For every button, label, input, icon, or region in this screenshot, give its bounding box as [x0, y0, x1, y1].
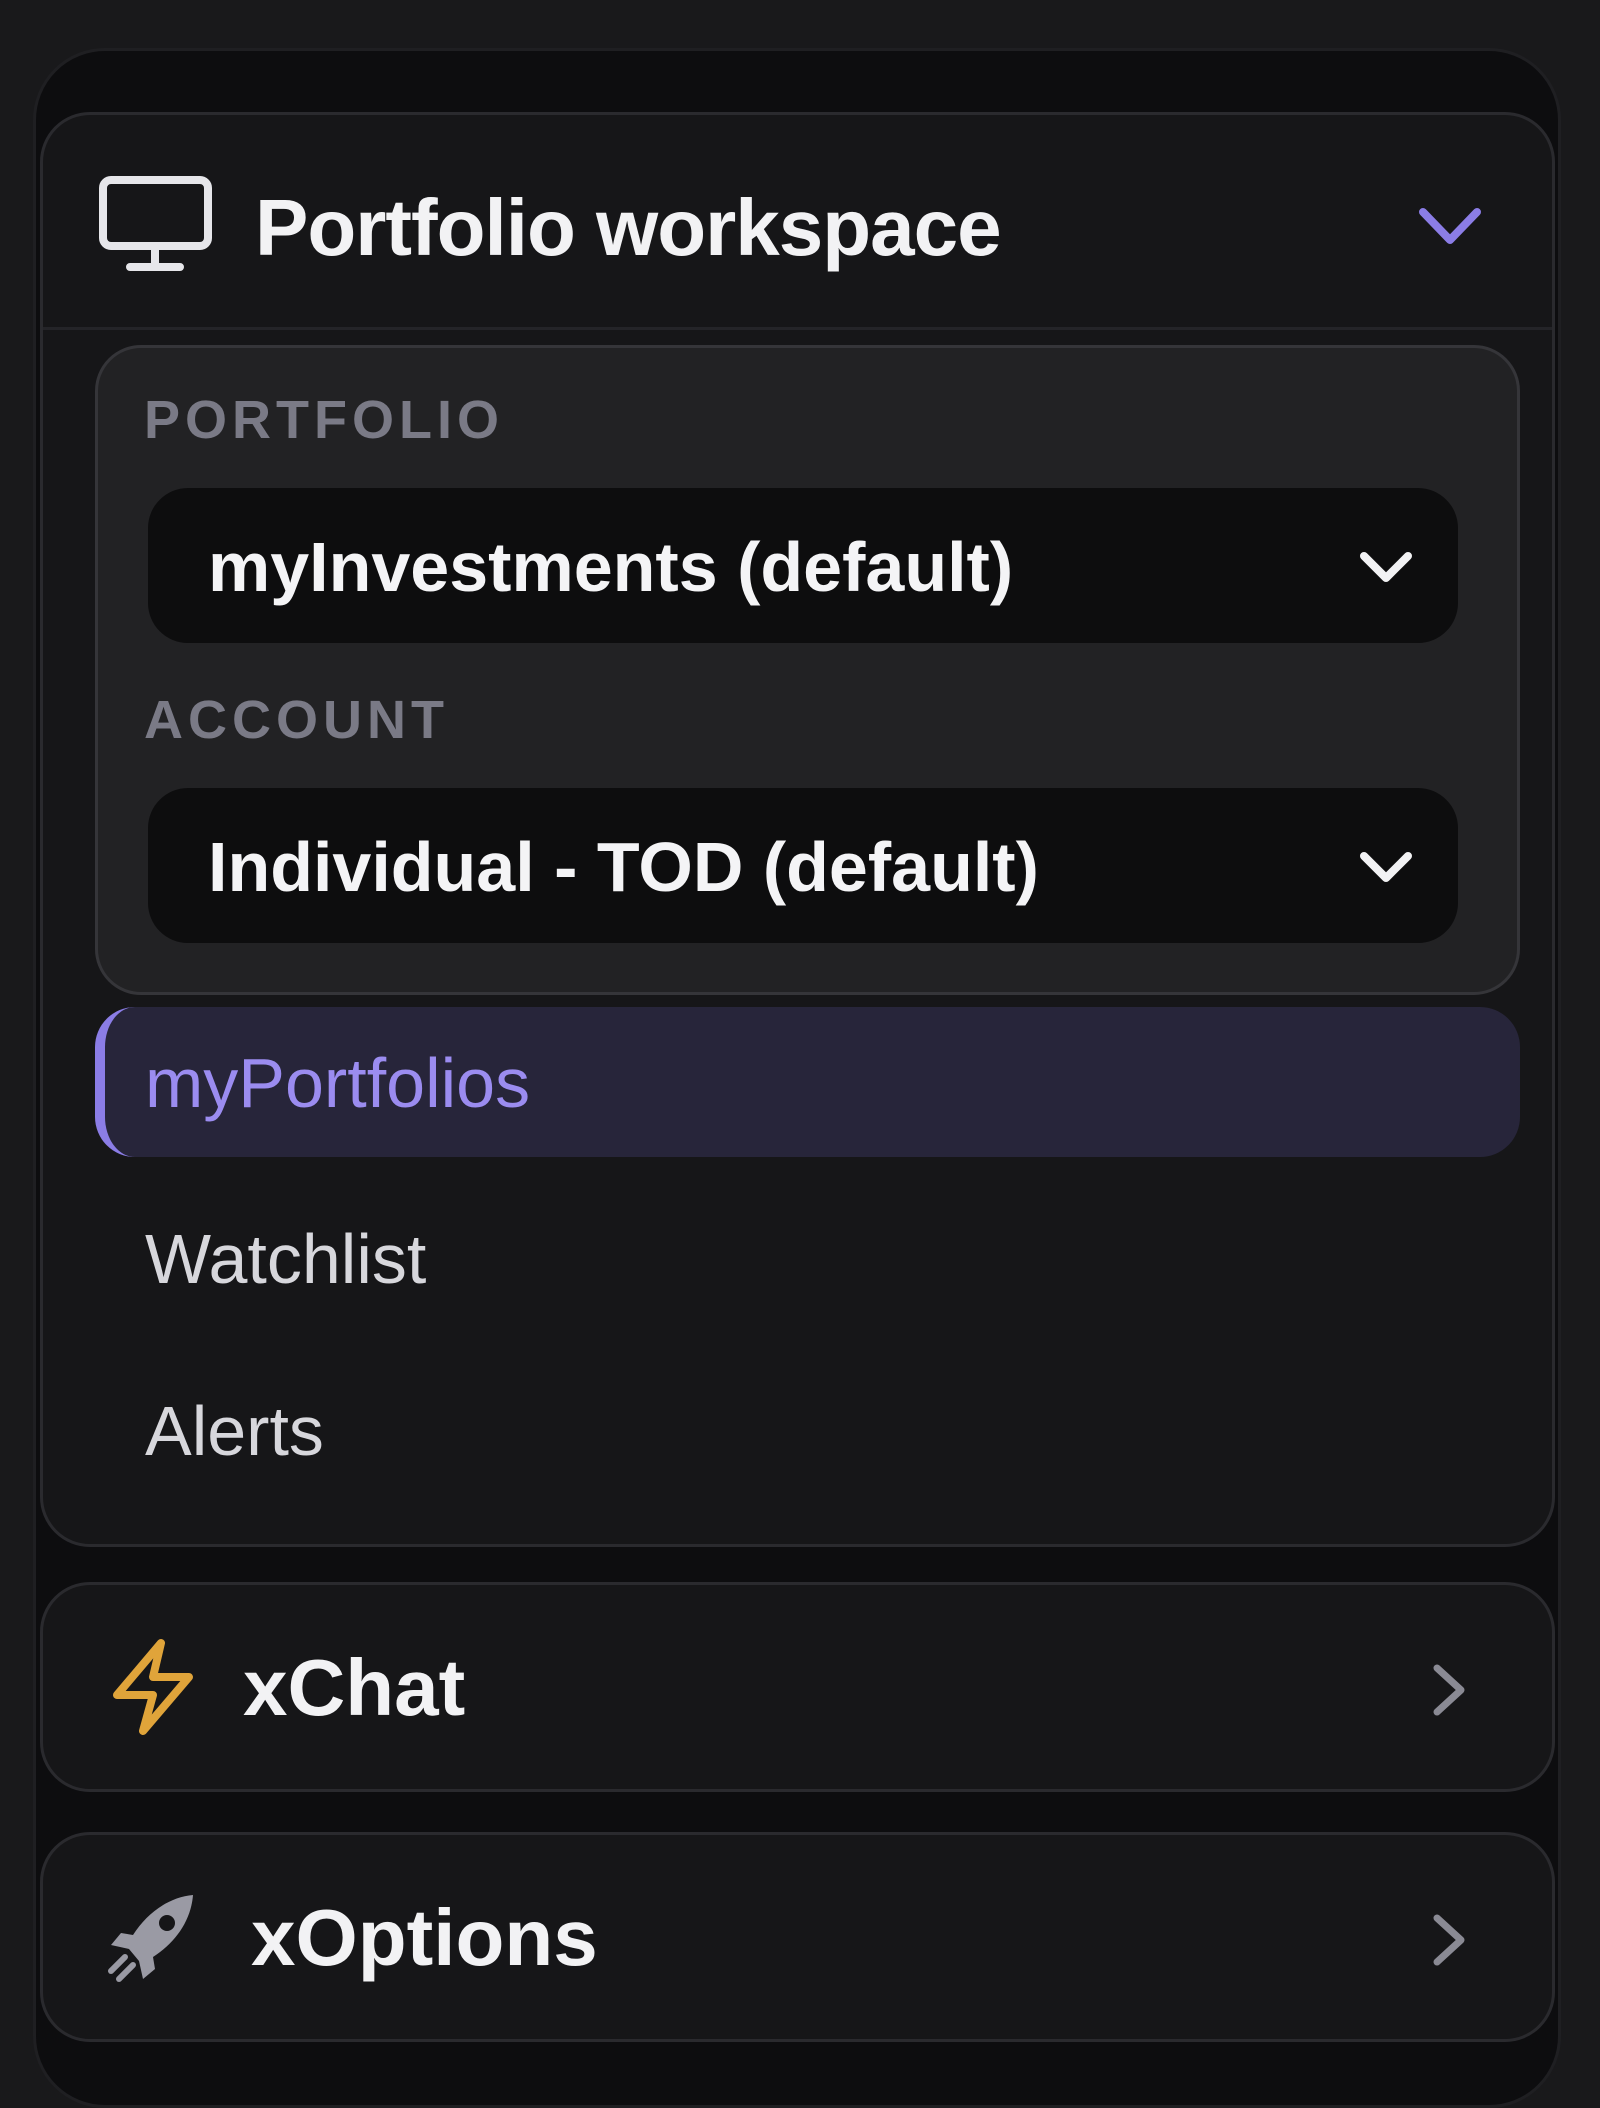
xchat-title: xChat	[243, 1643, 466, 1732]
chevron-down-icon	[1360, 552, 1412, 582]
chevron-down-icon[interactable]	[1415, 200, 1485, 252]
account-label: ACCOUNT	[144, 690, 449, 750]
xoptions-section-header[interactable]: xOptions	[40, 1832, 1555, 2042]
nav-item-label: myPortfolios	[145, 1044, 531, 1122]
xoptions-title: xOptions	[251, 1893, 598, 1982]
nav-item-label: Alerts	[145, 1392, 324, 1470]
portfolio-account-selector: PORTFOLIO myInvestments (default) ACCOUN…	[95, 345, 1520, 995]
chevron-right-icon	[1433, 1914, 1465, 1966]
lightning-icon	[113, 1639, 193, 1735]
account-select-value: Individual - TOD (default)	[208, 828, 1039, 906]
rocket-icon	[108, 1895, 193, 1982]
nav-item-label: Watchlist	[145, 1220, 427, 1298]
monitor-icon	[99, 176, 212, 271]
nav-item-alerts[interactable]: Alerts	[95, 1355, 1520, 1505]
chevron-right-icon	[1433, 1664, 1465, 1716]
workspace-title: Portfolio workspace	[255, 183, 1002, 272]
portfolio-label: PORTFOLIO	[144, 390, 504, 450]
chevron-down-icon	[1360, 852, 1412, 882]
xchat-section-header[interactable]: xChat	[40, 1582, 1555, 1792]
account-select[interactable]: Individual - TOD (default)	[148, 788, 1458, 943]
portfolio-workspace-header[interactable]: Portfolio workspace	[43, 115, 1552, 330]
nav-item-watchlist[interactable]: Watchlist	[95, 1183, 1520, 1333]
portfolio-select[interactable]: myInvestments (default)	[148, 488, 1458, 643]
portfolio-workspace-section: Portfolio workspace PORTFOLIO myInvestme…	[40, 112, 1555, 1547]
portfolio-select-value: myInvestments (default)	[208, 528, 1014, 606]
nav-item-myportfolios[interactable]: myPortfolios	[95, 1007, 1520, 1157]
